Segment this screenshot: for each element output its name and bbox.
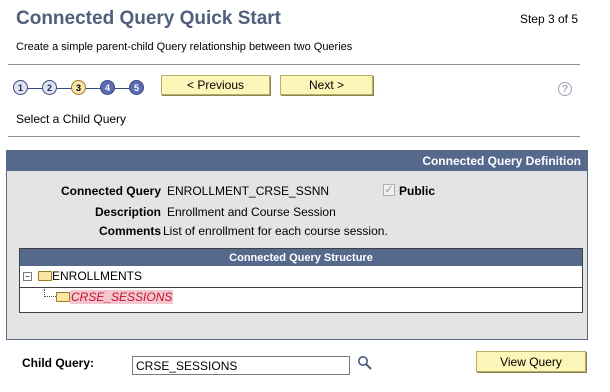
query-structure-tree: Connected Query Structure − ENROLLMENTS … [19,248,583,313]
step-5[interactable]: 5 [129,80,144,95]
description-label: Description [94,205,161,219]
tree-connector [44,296,56,298]
panel-header: Connected Query Definition [7,151,587,171]
tree-node-root[interactable]: ENROLLMENTS [52,269,142,283]
step-3[interactable]: 3 [71,80,86,95]
divider [8,136,580,137]
step-1[interactable]: 1 [13,80,28,95]
child-query-label: Child Query: [22,356,95,370]
step-4[interactable]: 4 [100,80,115,95]
child-query-input[interactable] [132,356,350,375]
comments-value: List of enrollment for each course sessi… [163,224,388,238]
connected-query-value: ENROLLMENT_CRSE_SSNN [167,184,330,198]
page-subtitle: Create a simple parent-child Query relat… [16,41,353,53]
divider [8,64,580,65]
folder-open-icon [38,271,52,281]
tree-header: Connected Query Structure [20,249,582,266]
connected-query-definition-panel: Connected Query Definition Connected Que… [6,150,588,340]
step-2[interactable]: 2 [42,80,57,95]
comments-label: Comments [98,224,161,238]
view-query-button[interactable]: View Query [476,351,586,372]
tree-node-child[interactable]: CRSE_SESSIONS [70,290,174,304]
next-button[interactable]: Next > [280,75,373,95]
public-checkbox[interactable]: ✓ [383,184,395,196]
page-title: Connected Query Quick Start [16,8,282,29]
collapse-icon[interactable]: − [23,272,32,281]
search-icon[interactable] [357,355,373,371]
folder-open-icon [56,292,70,302]
step-indicator: Step 3 of 5 [519,12,578,26]
help-icon[interactable]: ? [558,82,572,96]
public-label: Public [399,184,436,198]
section-label: Select a Child Query [16,112,127,126]
tree-row-root[interactable]: − ENROLLMENTS [20,266,582,288]
previous-button[interactable]: < Previous [161,75,270,95]
connected-query-label: Connected Query [60,184,161,198]
description-value: Enrollment and Course Session [167,205,336,219]
